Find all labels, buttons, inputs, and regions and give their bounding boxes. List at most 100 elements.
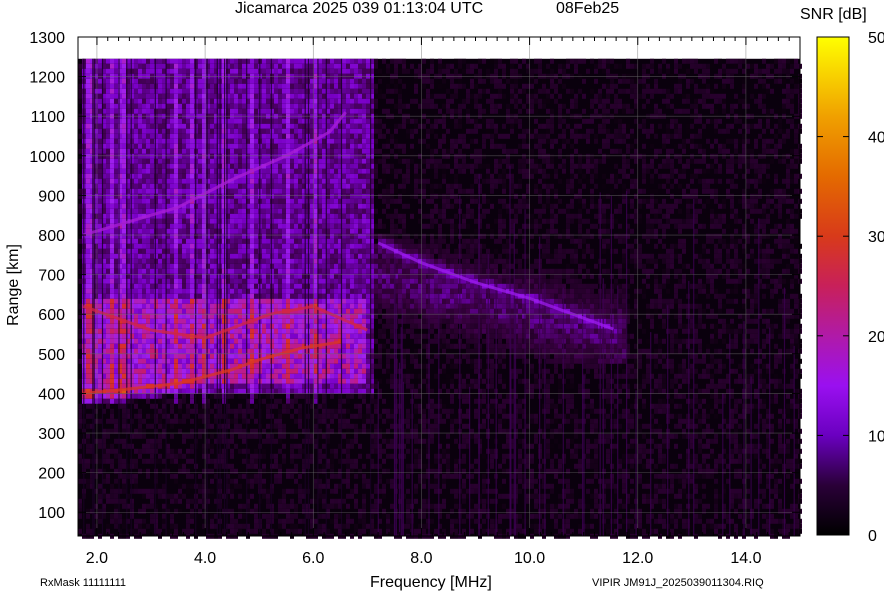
heatmap-layer (78, 58, 802, 539)
heat-cell (254, 333, 258, 339)
heat-cell (106, 353, 110, 359)
heat-cell (270, 143, 274, 149)
heat-cell (290, 443, 294, 449)
heat-cell (114, 493, 118, 499)
heat-cell (294, 383, 298, 389)
heat-cell (114, 343, 118, 349)
heat-cell (270, 348, 274, 354)
heat-cell (86, 458, 90, 464)
heat-cell (98, 123, 102, 129)
heat-cell (78, 88, 82, 94)
heat-cell (262, 103, 266, 109)
heat-cell (98, 93, 102, 99)
heat-cell (162, 518, 166, 524)
heat-cell (210, 258, 214, 264)
heat-cell (266, 108, 270, 114)
heat-cell (202, 63, 206, 69)
heat-cell (186, 218, 190, 224)
heat-cell (170, 148, 174, 154)
heat-cell (106, 193, 110, 199)
heat-cell (278, 178, 282, 184)
heat-cell (122, 73, 126, 79)
heat-cell (242, 218, 246, 224)
heat-cell (278, 373, 282, 379)
heat-cell (266, 358, 270, 364)
heat-cell (242, 468, 246, 474)
heat-cell (234, 163, 238, 169)
heat-cell (290, 283, 294, 289)
heat-cell (202, 478, 206, 484)
heat-cell (270, 333, 274, 339)
heat-cell (270, 298, 274, 304)
heat-cell (122, 68, 126, 74)
heat-cell (318, 68, 322, 74)
heat-cell (282, 203, 286, 209)
heat-cell (142, 348, 146, 354)
heat-cell (146, 143, 150, 149)
heat-cell (146, 338, 150, 344)
heat-cell (210, 478, 214, 484)
heat-cell (146, 68, 150, 74)
heat-cell (142, 518, 146, 524)
heat-cell (294, 258, 298, 264)
heat-cell (146, 208, 150, 214)
heat-cell (234, 443, 238, 449)
heat-cell (254, 473, 258, 479)
heat-cell (174, 163, 178, 169)
heat-cell (282, 73, 286, 79)
heat-cell (230, 358, 234, 364)
heat-cell (198, 398, 202, 404)
heat-cell (198, 188, 202, 194)
heat-cell (234, 293, 238, 299)
heat-cell (158, 343, 162, 349)
heat-cell (162, 358, 166, 364)
heat-cell (210, 343, 214, 349)
heat-cell (286, 243, 290, 249)
heat-cell (170, 388, 174, 394)
heat-cell (242, 228, 246, 234)
heat-cell (202, 348, 206, 354)
heat-cell (146, 253, 150, 259)
heat-cell (114, 458, 118, 464)
heat-cell (182, 383, 186, 389)
heat-cell (110, 208, 114, 214)
heat-cell (146, 103, 150, 109)
heat-cell (254, 223, 258, 229)
heat-cell (270, 508, 274, 514)
heat-cell (98, 373, 102, 379)
heat-cell (250, 383, 254, 389)
heat-cell (298, 123, 302, 129)
heat-cell (290, 198, 294, 204)
heat-cell (138, 233, 142, 239)
heat-cell (150, 73, 154, 79)
heat-cell (106, 513, 110, 519)
heat-cell (150, 458, 154, 464)
heat-cell (138, 488, 142, 494)
heat-cell (254, 88, 258, 94)
heat-cell (270, 293, 274, 299)
heat-cell (178, 213, 182, 219)
heat-cell (138, 173, 142, 179)
heat-cell (238, 348, 242, 354)
heat-cell (298, 368, 302, 374)
heat-cell (142, 318, 146, 324)
heat-cell (274, 138, 278, 144)
heat-cell (230, 313, 234, 319)
heat-cell (198, 108, 202, 114)
heat-cell (266, 213, 270, 219)
heat-cell (158, 253, 162, 259)
heat-cell (190, 233, 194, 239)
heat-cell (86, 523, 90, 529)
heat-cell (290, 448, 294, 454)
heat-cell (174, 238, 178, 244)
heat-cell (78, 378, 82, 384)
heat-cell (170, 308, 174, 314)
heat-cell (162, 393, 166, 399)
heat-cell (110, 98, 114, 104)
heat-cell (278, 328, 282, 334)
heat-cell (114, 483, 118, 489)
heat-cell (182, 433, 186, 439)
heat-cell (254, 78, 258, 84)
heat-cell (270, 418, 274, 424)
heat-cell (142, 508, 146, 514)
